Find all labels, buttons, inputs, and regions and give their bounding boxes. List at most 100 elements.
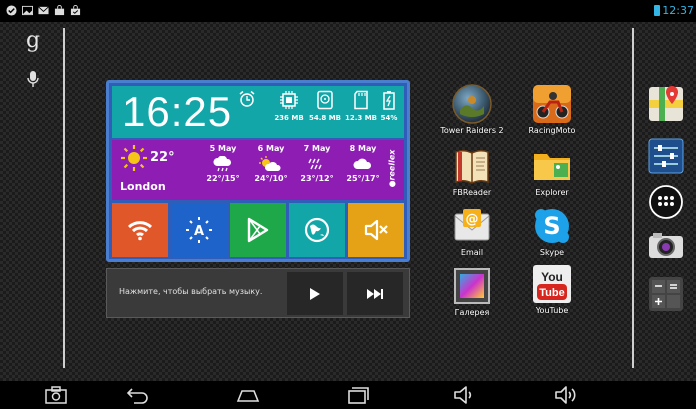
- widget-time: 16:25: [122, 88, 233, 135]
- folder-icon: [534, 154, 570, 180]
- auto-brightness-toggle[interactable]: A: [171, 203, 227, 257]
- app-youtube[interactable]: You Tube YouTube: [512, 264, 592, 324]
- forecast-date: 6 May: [257, 144, 285, 153]
- home-screen: 12:37 g 16:25 236 MB 54.8 MB 12.3 MB 54%…: [0, 0, 696, 409]
- all-apps-icon[interactable]: [648, 184, 684, 220]
- cpu-icon: [280, 91, 298, 109]
- app-skype[interactable]: S Skype: [512, 206, 592, 266]
- play-icon: [310, 287, 320, 300]
- navigation-bar: [0, 381, 696, 409]
- screenshot-icon[interactable]: [44, 385, 68, 405]
- drizzle-icon: [308, 158, 322, 170]
- book-icon: [455, 149, 489, 184]
- weather-panel[interactable]: 22° London 5 May 22°/15° 6 May 24°/10° 7…: [112, 140, 404, 200]
- maps-icon[interactable]: [648, 86, 684, 122]
- app-email[interactable]: @ Email: [432, 206, 512, 266]
- forecast-range: 25°/17°: [346, 174, 380, 183]
- camera-icon[interactable]: [648, 228, 684, 264]
- shopping-bag-icon: [54, 5, 65, 16]
- app-racingmoto[interactable]: RacingMoto: [512, 84, 592, 144]
- browser-toggle[interactable]: [289, 203, 345, 257]
- mail-icon: [38, 6, 49, 15]
- volume-up-icon[interactable]: [554, 385, 578, 405]
- battery-label: 54%: [380, 114, 398, 122]
- auto-brightness-icon: A: [186, 217, 212, 243]
- sound-toggle[interactable]: [348, 203, 404, 257]
- forecast-range: 23°/12°: [300, 174, 334, 183]
- app-label: Галерея: [454, 308, 490, 317]
- back-icon[interactable]: [126, 385, 150, 405]
- app-label: YouTube: [535, 306, 569, 315]
- storage-icon: [317, 90, 333, 110]
- battery-stat: 54%: [368, 90, 410, 136]
- skip-next-icon: [367, 288, 383, 299]
- email-icon: @: [454, 209, 490, 241]
- app-label: Explorer: [535, 188, 569, 197]
- workspace-edge-right: [632, 28, 634, 368]
- next-track-button[interactable]: [347, 272, 403, 315]
- svg-text:S: S: [543, 212, 560, 240]
- forecast-day: 6 May 24°/10°: [248, 144, 294, 183]
- forecast-range: 24°/10°: [254, 174, 288, 183]
- app-label: FBReader: [452, 188, 492, 197]
- tower-raiders-icon: [452, 84, 492, 124]
- sun-icon: [121, 145, 147, 171]
- globe-icon: [304, 217, 330, 243]
- rain-icon: [213, 156, 231, 172]
- youtube-logo-top: You: [541, 270, 563, 284]
- forecast-date: 7 May: [303, 144, 331, 153]
- google-search-icon[interactable]: g: [24, 30, 42, 54]
- forecast-date: 8 May: [349, 144, 377, 153]
- clock-panel[interactable]: 16:25 236 MB 54.8 MB 12.3 MB 54%: [112, 86, 404, 138]
- quick-toggles: A: [112, 203, 404, 257]
- skype-icon: S: [535, 209, 569, 243]
- recent-apps-icon[interactable]: [346, 385, 370, 405]
- music-prompt[interactable]: Нажмите, чтобы выбрать музыку.: [119, 287, 262, 296]
- widget-brand: ●reellex: [387, 146, 401, 194]
- app-label: Tower Raiders 2: [440, 126, 504, 135]
- racingmoto-icon: [533, 85, 571, 123]
- status-bar: 12:37: [0, 0, 696, 22]
- clock: 12:37: [662, 4, 694, 17]
- forecast-day: 8 May 25°/17°: [340, 144, 386, 183]
- workspace-edge-left: [63, 28, 65, 368]
- youtube-icon: You Tube: [533, 265, 571, 303]
- weather-city: London: [120, 180, 166, 193]
- forecast-day: 7 May 23°/12°: [294, 144, 340, 183]
- mute-icon: [364, 219, 388, 241]
- battery-icon: [383, 91, 395, 110]
- youtube-logo-bottom: Tube: [539, 287, 564, 299]
- shopping-bag-check-icon: [70, 5, 81, 16]
- wifi-icon: [127, 221, 153, 241]
- svg-text:@: @: [466, 212, 479, 227]
- play-button[interactable]: [287, 272, 343, 315]
- play-store-toggle[interactable]: [230, 203, 286, 257]
- home-icon[interactable]: [236, 385, 260, 405]
- app-label: Skype: [539, 248, 565, 257]
- svg-text:A: A: [194, 224, 204, 239]
- gallery-icon: [454, 268, 490, 304]
- app-explorer[interactable]: Explorer: [512, 146, 592, 206]
- image-icon: [22, 5, 33, 16]
- app-tower-raiders[interactable]: Tower Raiders 2: [432, 84, 512, 144]
- forecast-day: 5 May 22°/15°: [200, 144, 246, 183]
- cloud-icon: [353, 158, 372, 169]
- wifi-toggle[interactable]: [112, 203, 168, 257]
- app-gallery[interactable]: Галерея: [432, 266, 512, 326]
- play-store-icon: [247, 217, 269, 243]
- app-label: Email: [460, 248, 484, 257]
- app-fbreader[interactable]: FBReader: [432, 146, 512, 206]
- forecast-range: 22°/15°: [206, 174, 240, 183]
- microphone-icon[interactable]: [26, 70, 40, 88]
- app-label: RacingMoto: [528, 126, 576, 135]
- partly-sunny-icon: [259, 156, 281, 171]
- calculator-icon[interactable]: [648, 276, 684, 312]
- check-circle-icon: [6, 5, 17, 16]
- settings-icon[interactable]: [648, 138, 684, 174]
- forecast-date: 5 May: [209, 144, 237, 153]
- clock-weather-widget[interactable]: 16:25 236 MB 54.8 MB 12.3 MB 54% 22° Lon…: [106, 80, 410, 262]
- alarm-clock-icon[interactable]: [238, 90, 256, 108]
- brand-logo: ●reellex: [387, 149, 397, 188]
- music-widget[interactable]: Нажмите, чтобы выбрать музыку.: [106, 268, 410, 318]
- volume-down-icon[interactable]: [452, 385, 476, 405]
